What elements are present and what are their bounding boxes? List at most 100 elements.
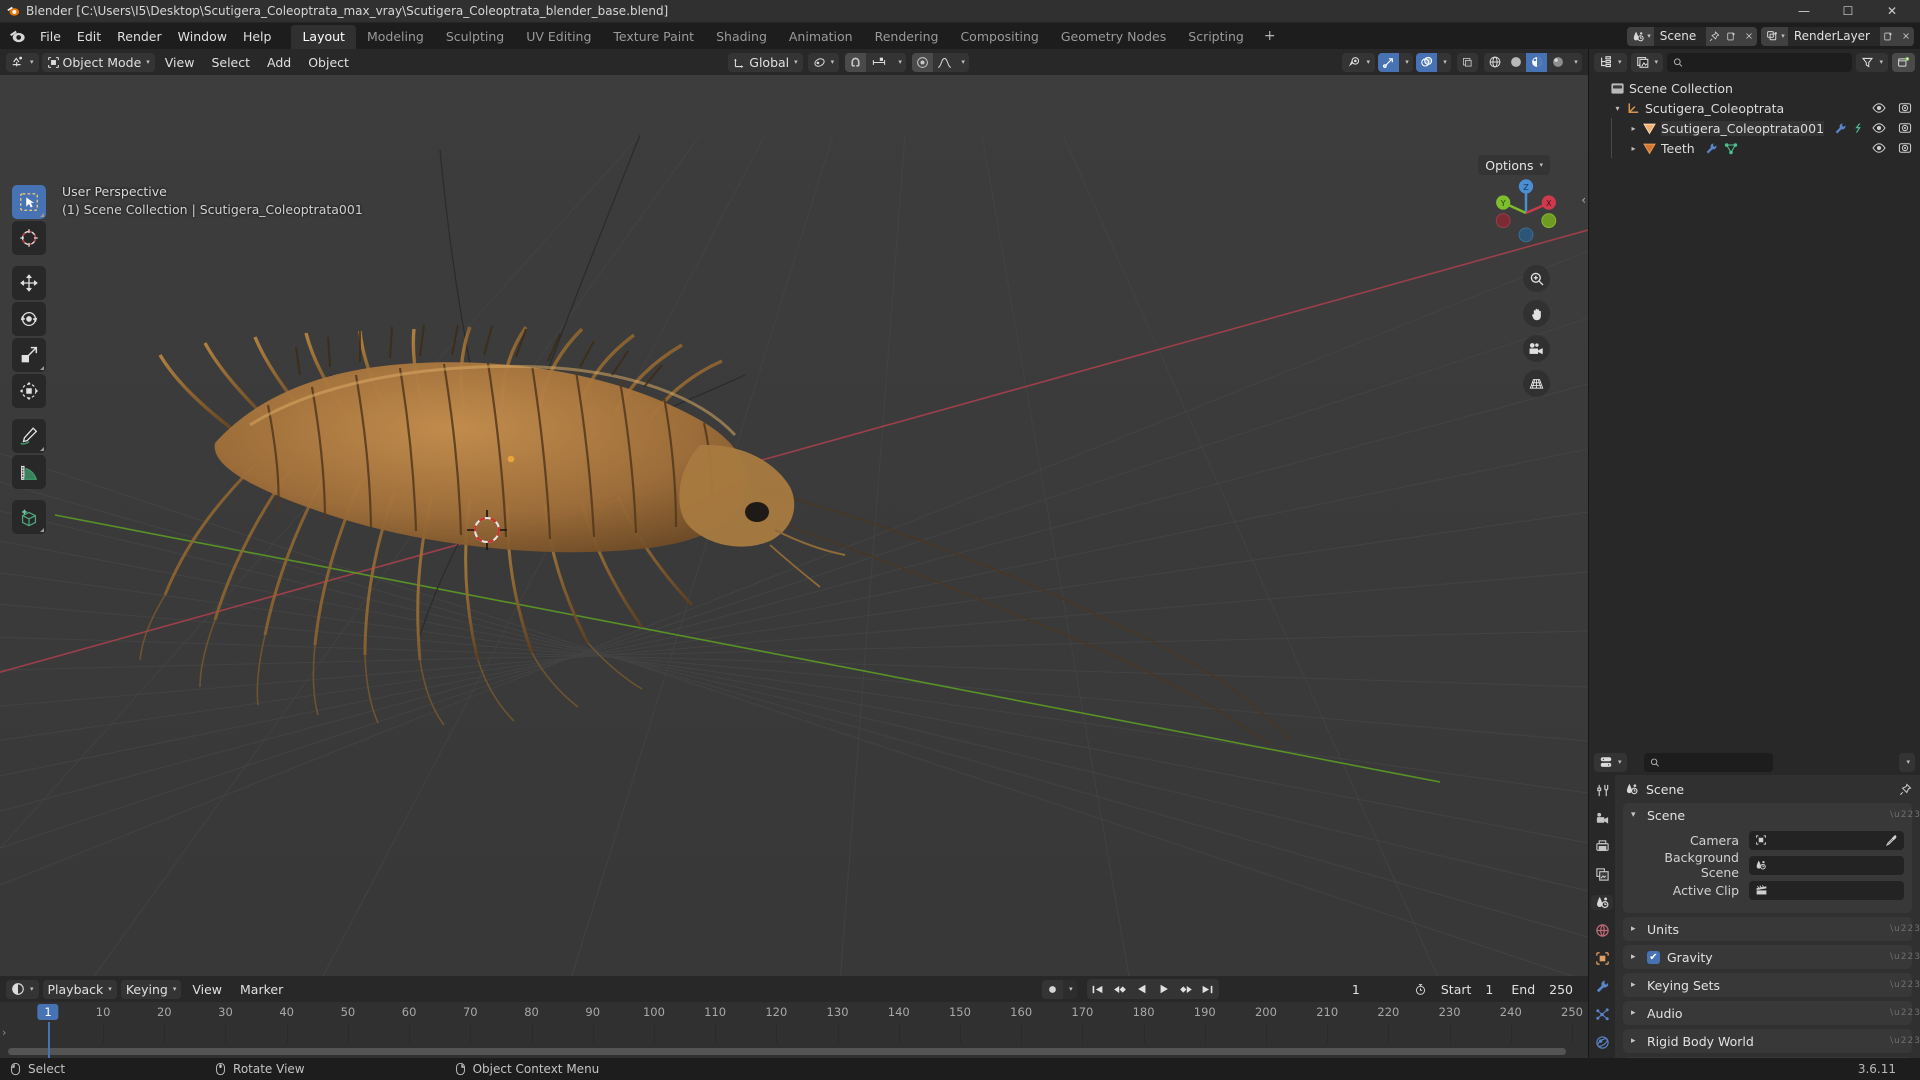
- camera-field[interactable]: [1749, 830, 1904, 850]
- properties-search-input[interactable]: [1643, 752, 1773, 772]
- menu-window[interactable]: Window: [170, 26, 235, 47]
- panel-gravity-header[interactable]: ▸ ✔ Gravity \u2237\u2237: [1623, 945, 1920, 969]
- editor-type-selector[interactable]: ▾: [6, 52, 39, 72]
- auto-key-dropdown[interactable]: ▾: [1062, 979, 1077, 999]
- panel-units-header[interactable]: ▸ Units \u2237\u2237: [1623, 917, 1920, 941]
- disable-in-renders-icon[interactable]: [1898, 142, 1912, 154]
- start-frame-field[interactable]: Start 1: [1432, 979, 1503, 999]
- viewlayer-selector[interactable]: ▾ RenderLayer: [1761, 26, 1914, 46]
- move-tool[interactable]: [12, 266, 46, 300]
- tool-tab[interactable]: [1591, 783, 1613, 798]
- tab-layout[interactable]: Layout: [291, 25, 356, 49]
- proportional-edit-toggle[interactable]: [912, 52, 934, 72]
- outliner-item-label[interactable]: Scutigera_Coleoptrata: [1645, 101, 1784, 116]
- snap-magnet-toggle[interactable]: [845, 52, 867, 72]
- viewport-3d[interactable]: User Perspective (1) Scene Collection | …: [0, 75, 1588, 976]
- timeline-editor-type[interactable]: ▾: [6, 979, 39, 999]
- timeline-menu-view[interactable]: View: [185, 980, 229, 999]
- rendered-shading-button[interactable]: [1547, 52, 1569, 72]
- falloff-type-selector[interactable]: [933, 52, 956, 72]
- tab-modeling[interactable]: Modeling: [356, 25, 435, 49]
- viewport-sidebar-toggle[interactable]: ‹: [1581, 193, 1586, 207]
- viewport-options-button[interactable]: Options ▾: [1478, 155, 1550, 175]
- pin-scene-icon[interactable]: [1706, 26, 1724, 46]
- visibility-selector[interactable]: ▾: [1341, 52, 1376, 72]
- hide-in-viewport-icon[interactable]: [1872, 142, 1886, 154]
- close-button[interactable]: ✕: [1870, 0, 1914, 23]
- play-button[interactable]: [1152, 979, 1175, 999]
- timeline-menu-marker[interactable]: Marker: [233, 980, 290, 999]
- jump-to-end-button[interactable]: [1196, 979, 1219, 999]
- particles-tab[interactable]: [1591, 1007, 1613, 1022]
- outliner-search-field[interactable]: [1688, 55, 1847, 69]
- jump-prev-keyframe-button[interactable]: [1108, 979, 1131, 999]
- wireframe-shading-button[interactable]: [1484, 52, 1506, 72]
- panel-audio-header[interactable]: ▸ Audio \u2237\u2237: [1623, 1001, 1920, 1025]
- new-collection-icon[interactable]: [1892, 52, 1915, 72]
- zoom-icon[interactable]: [1523, 265, 1550, 292]
- gravity-checkbox[interactable]: ✔: [1647, 950, 1660, 964]
- disclosure-triangle[interactable]: ▸: [1627, 144, 1640, 153]
- falloff-dropdown[interactable]: ▾: [955, 52, 970, 72]
- add-workspace-button[interactable]: +: [1255, 25, 1285, 49]
- cursor-tool[interactable]: [12, 221, 46, 255]
- viewport-menu-add[interactable]: Add: [260, 53, 298, 72]
- outliner-row[interactable]: Scene Collection: [1589, 78, 1920, 98]
- outliner-item-label[interactable]: Teeth: [1661, 141, 1695, 156]
- menu-file[interactable]: File: [32, 26, 69, 47]
- new-viewlayer-icon[interactable]: [1880, 26, 1897, 46]
- scene-name[interactable]: Scene: [1653, 26, 1707, 46]
- background-scene-field[interactable]: [1749, 855, 1904, 875]
- disclosure-triangle[interactable]: ▾: [1611, 104, 1624, 113]
- tab-scripting[interactable]: Scripting: [1177, 25, 1255, 49]
- use-preview-range-icon[interactable]: [1409, 979, 1432, 999]
- show-gizmo-toggle[interactable]: [1378, 52, 1400, 72]
- panel-keying-sets-header[interactable]: ▸ Keying Sets \u2237\u2237: [1623, 973, 1920, 997]
- blender-menu-icon[interactable]: [8, 27, 26, 45]
- eyedropper-icon[interactable]: [1885, 834, 1898, 847]
- modifier-tab[interactable]: [1591, 979, 1613, 994]
- play-reverse-button[interactable]: [1130, 979, 1153, 999]
- pivot-point-selector[interactable]: ▾: [807, 52, 840, 72]
- timeline-ruler[interactable]: 1 10 20 30 40 50 60 70 80 90 100 110 120 130 140 150 160…: [0, 1002, 1588, 1058]
- active-clip-field[interactable]: [1749, 880, 1904, 900]
- viewport-menu-object[interactable]: Object: [301, 53, 356, 72]
- timeline-scrollbar[interactable]: [0, 1046, 1588, 1057]
- outliner-search-input[interactable]: [1667, 52, 1853, 72]
- viewlayer-name[interactable]: RenderLayer: [1787, 26, 1880, 46]
- camera-icon[interactable]: [1523, 335, 1550, 362]
- menu-edit[interactable]: Edit: [69, 26, 109, 47]
- tab-rendering[interactable]: Rendering: [864, 25, 950, 49]
- properties-search-field[interactable]: [1664, 755, 1767, 769]
- hide-in-viewport-icon[interactable]: [1872, 122, 1886, 134]
- current-frame-field[interactable]: 1: [1312, 979, 1399, 999]
- outliner-row[interactable]: ▸ Teeth: [1589, 138, 1920, 158]
- tab-texture-paint[interactable]: Texture Paint: [602, 25, 705, 49]
- timeline-menu-keying[interactable]: Keying ▾: [120, 979, 182, 999]
- tab-animation[interactable]: Animation: [778, 25, 864, 49]
- scene-selector[interactable]: ▾ Scene: [1627, 26, 1758, 46]
- physics-tab[interactable]: [1591, 1035, 1613, 1050]
- snap-target-selector[interactable]: [866, 52, 893, 72]
- add-cube-tool[interactable]: [12, 500, 46, 534]
- viewport-menu-view[interactable]: View: [158, 53, 202, 72]
- timeline-channels-toggle[interactable]: ›: [2, 1026, 6, 1039]
- snap-dropdown[interactable]: ▾: [892, 52, 907, 72]
- measure-tool[interactable]: [12, 455, 46, 489]
- delete-viewlayer-icon[interactable]: [1897, 26, 1914, 46]
- end-frame-field[interactable]: End 250: [1502, 979, 1582, 999]
- viewport-menu-select[interactable]: Select: [204, 53, 257, 72]
- tab-compositing[interactable]: Compositing: [949, 25, 1049, 49]
- delete-scene-icon[interactable]: [1740, 26, 1758, 46]
- transform-orientation-selector[interactable]: Global ▾: [728, 52, 803, 72]
- menu-help[interactable]: Help: [235, 26, 280, 47]
- output-tab[interactable]: [1591, 839, 1613, 854]
- tab-geometry-nodes[interactable]: Geometry Nodes: [1050, 25, 1177, 49]
- gizmo-dropdown[interactable]: ▾: [1399, 52, 1414, 72]
- outliner-editor-type[interactable]: ▾: [1594, 52, 1627, 72]
- outliner-display-mode[interactable]: ▾: [1630, 52, 1664, 72]
- armature-deform-icon[interactable]: [1853, 122, 1864, 135]
- tab-uv-editing[interactable]: UV Editing: [515, 25, 602, 49]
- scene-data-icon[interactable]: ▾: [1627, 26, 1654, 46]
- jump-to-start-button[interactable]: [1086, 979, 1109, 999]
